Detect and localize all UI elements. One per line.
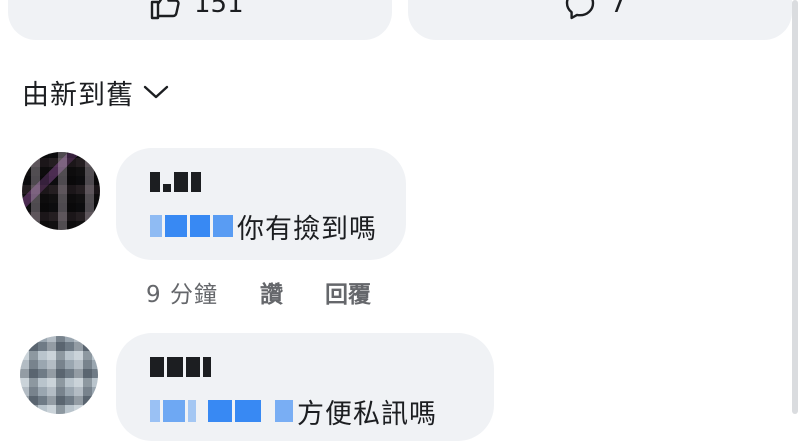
comment-count: 7 [610,0,627,19]
mention-redacted[interactable] [150,215,233,237]
author-name-redacted[interactable] [150,172,201,192]
avatar[interactable] [22,152,100,230]
scrollbar[interactable] [792,0,798,414]
comment-text: 你有撿到嗎 [237,213,377,245]
author-name-redacted[interactable] [150,357,211,377]
avatar[interactable] [20,336,98,414]
comment-timestamp: 9 分鐘 [146,282,218,308]
like-button[interactable]: 讚 [260,275,283,309]
comment-bubble: 你有撿到嗎 [116,148,406,260]
comment-meta: 9 分鐘 讚 回覆 [146,276,413,308]
sort-dropdown[interactable]: 由新到舊 [22,74,170,111]
comment-reaction-pill[interactable]: 7 [408,0,792,40]
comment-body: 你有撿到嗎 [150,206,377,246]
thumbs-up-icon [148,0,180,20]
chevron-down-icon [142,82,170,102]
reply-button[interactable]: 回覆 [325,275,371,309]
comment-text: 方便私訊嗎 [297,398,437,430]
comment-body: 方便私訊嗎 [150,391,437,431]
like-count: 151 [194,0,244,19]
speech-bubble-icon [564,0,596,20]
mention-redacted[interactable] [150,400,293,422]
sort-label: 由新到舊 [22,79,134,111]
like-reaction-pill[interactable]: 151 [8,0,392,40]
comment-bubble: 方便私訊嗎 [116,333,494,441]
